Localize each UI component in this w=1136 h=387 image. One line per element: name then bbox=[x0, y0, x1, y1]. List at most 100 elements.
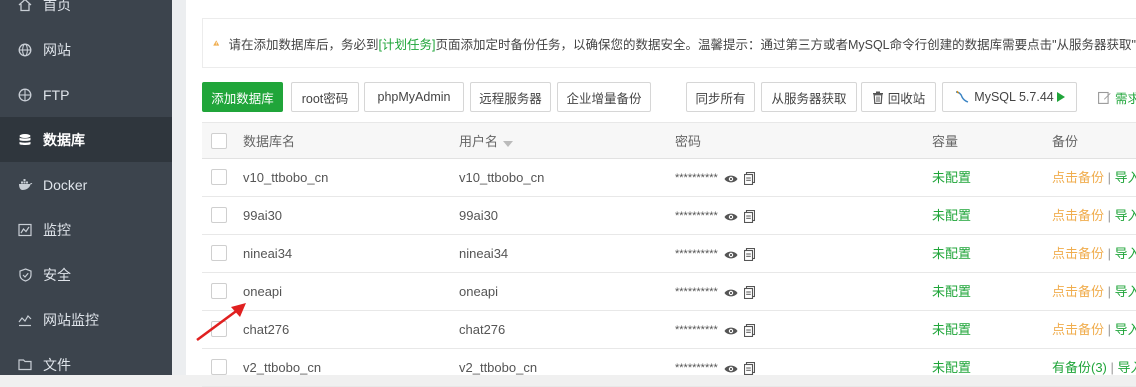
mysql-dolphin-icon bbox=[954, 90, 970, 104]
backup-link[interactable]: 点击备份 bbox=[1052, 208, 1104, 223]
db-username: v2_ttbobo_cn bbox=[459, 360, 538, 375]
trash-icon bbox=[872, 91, 884, 104]
sidebar-item-label: 监控 bbox=[43, 221, 71, 238]
db-name: v10_ttbobo_cn bbox=[243, 170, 329, 185]
feature-request-button[interactable]: 需求 bbox=[1093, 82, 1136, 112]
sidebar-item-label: 文件 bbox=[43, 356, 71, 373]
notice-suffix: 页面添加定时备份任务，以确保您的数据安全。温馨提示：通过第三方或者MySQL命令… bbox=[435, 37, 1136, 52]
sync-all-button[interactable]: 同步所有 bbox=[686, 82, 755, 112]
sidebar-item-database[interactable]: 数据库 bbox=[0, 117, 172, 162]
password-mask: ********** bbox=[675, 172, 718, 185]
remote-server-button[interactable]: 远程服务器 bbox=[470, 82, 551, 112]
table-header-row: 数据库名 用户名 密码 容量 备份 bbox=[202, 122, 1136, 159]
sidebar-item-home[interactable]: 首页 bbox=[0, 0, 172, 27]
warning-icon bbox=[213, 40, 220, 46]
header-password: 密码 bbox=[675, 134, 702, 149]
copy-icon[interactable] bbox=[743, 210, 755, 224]
capacity-link[interactable]: 未配置 bbox=[932, 235, 971, 272]
feature-request-label: 需求 bbox=[1115, 91, 1136, 106]
row-checkbox[interactable] bbox=[211, 169, 227, 185]
notice-prefix: 请在添加数据库后，务必到 bbox=[228, 37, 379, 52]
import-link[interactable]: 导入 bbox=[1118, 360, 1136, 375]
sidebar-item-files[interactable]: 文件 bbox=[0, 342, 172, 387]
table-row: v2_ttbobo_cn v2_ttbobo_cn ********** 未配置… bbox=[202, 349, 1136, 387]
recycle-bin-label: 回收站 bbox=[887, 91, 926, 106]
backup-cell: 点击备份 | 导入 bbox=[1052, 311, 1136, 348]
eye-icon[interactable] bbox=[724, 364, 738, 374]
backup-link[interactable]: 点击备份 bbox=[1052, 284, 1104, 299]
select-all-checkbox[interactable] bbox=[211, 133, 227, 149]
header-username[interactable]: 用户名 bbox=[459, 123, 514, 160]
backup-link[interactable]: 点击备份 bbox=[1052, 322, 1104, 337]
password-mask: ********** bbox=[675, 362, 718, 375]
root-password-button[interactable]: root密码 bbox=[291, 82, 359, 112]
header-db-name[interactable]: 数据库名 bbox=[243, 123, 295, 160]
backup-cell: 点击备份 | 导入 bbox=[1052, 273, 1136, 310]
home-icon bbox=[17, 0, 33, 13]
import-link[interactable]: 导入 bbox=[1115, 208, 1136, 223]
copy-icon[interactable] bbox=[743, 172, 755, 186]
copy-icon[interactable] bbox=[743, 324, 755, 338]
sidebar-item-website[interactable]: 网站 bbox=[0, 27, 172, 72]
password-mask: ********** bbox=[675, 286, 718, 299]
row-checkbox[interactable] bbox=[211, 283, 227, 299]
db-username: oneapi bbox=[459, 284, 499, 299]
copy-icon[interactable] bbox=[743, 286, 755, 300]
enterprise-backup-button[interactable]: 企业增量备份 bbox=[557, 82, 651, 112]
capacity-link[interactable]: 未配置 bbox=[932, 349, 971, 386]
db-password: ********** bbox=[675, 197, 755, 234]
backup-count-link[interactable]: 有备份(3) bbox=[1052, 360, 1107, 375]
import-link[interactable]: 导入 bbox=[1115, 284, 1136, 299]
copy-icon[interactable] bbox=[743, 362, 755, 376]
db-password: ********** bbox=[675, 273, 755, 310]
site-monitor-icon bbox=[17, 312, 33, 328]
recycle-bin-button[interactable]: 回收站 bbox=[861, 82, 936, 112]
row-checkbox[interactable] bbox=[211, 359, 227, 375]
monitor-icon bbox=[17, 222, 33, 238]
sidebar-item-ftp[interactable]: FTP bbox=[0, 72, 172, 117]
sidebar-item-label: FTP bbox=[43, 86, 70, 103]
capacity-link[interactable]: 未配置 bbox=[932, 197, 971, 234]
capacity-link[interactable]: 未配置 bbox=[932, 311, 971, 348]
docker-icon bbox=[17, 177, 33, 193]
add-database-button[interactable]: 添加数据库 bbox=[202, 82, 283, 112]
sidebar-item-label: 数据库 bbox=[43, 131, 85, 148]
password-mask: ********** bbox=[675, 324, 718, 337]
eye-icon[interactable] bbox=[724, 174, 738, 184]
copy-icon[interactable] bbox=[743, 248, 755, 262]
capacity-link[interactable]: 未配置 bbox=[932, 273, 971, 310]
table-row: chat276 chat276 ********** 未配置 点击备份 | 导入 bbox=[202, 311, 1136, 349]
import-link[interactable]: 导入 bbox=[1115, 170, 1136, 185]
sidebar-item-docker[interactable]: Docker bbox=[0, 162, 172, 207]
import-link[interactable]: 导入 bbox=[1115, 246, 1136, 261]
notice-bar: 请在添加数据库后，务必到 [计划任务] 页面添加定时备份任务，以确保您的数据安全… bbox=[202, 18, 1136, 68]
backup-link[interactable]: 点击备份 bbox=[1052, 170, 1104, 185]
row-checkbox[interactable] bbox=[211, 245, 227, 261]
sidebar-item-monitor[interactable]: 监控 bbox=[0, 207, 172, 252]
mysql-version-button[interactable]: MySQL 5.7.44 bbox=[942, 82, 1077, 112]
phpmyadmin-button[interactable]: phpMyAdmin bbox=[364, 82, 464, 112]
ftp-icon bbox=[17, 87, 33, 103]
db-password: ********** bbox=[675, 349, 755, 386]
import-link[interactable]: 导入 bbox=[1115, 322, 1136, 337]
eye-icon[interactable] bbox=[724, 250, 738, 260]
globe-icon bbox=[17, 42, 33, 58]
backup-cell: 点击备份 | 导入 bbox=[1052, 235, 1136, 272]
separator: | bbox=[1107, 246, 1112, 261]
row-checkbox[interactable] bbox=[211, 207, 227, 223]
main-panel: 请在添加数据库后，务必到 [计划任务] 页面添加定时备份任务，以确保您的数据安全… bbox=[186, 0, 1136, 387]
sidebar-item-label: 首页 bbox=[43, 0, 71, 13]
edit-icon bbox=[1098, 91, 1111, 104]
capacity-link[interactable]: 未配置 bbox=[932, 159, 971, 196]
backup-link[interactable]: 点击备份 bbox=[1052, 246, 1104, 261]
password-mask: ********** bbox=[675, 210, 718, 223]
sidebar-item-security[interactable]: 安全 bbox=[0, 252, 172, 297]
eye-icon[interactable] bbox=[724, 326, 738, 336]
annotation-arrow bbox=[196, 303, 246, 342]
backup-cell: 点击备份 | 导入 bbox=[1052, 159, 1136, 196]
fetch-from-server-button[interactable]: 从服务器获取 bbox=[761, 82, 857, 112]
scheduled-tasks-link[interactable]: [计划任务] bbox=[378, 34, 435, 53]
eye-icon[interactable] bbox=[724, 288, 738, 298]
eye-icon[interactable] bbox=[724, 212, 738, 222]
sidebar-item-site-monitor[interactable]: 网站监控 bbox=[0, 297, 172, 342]
